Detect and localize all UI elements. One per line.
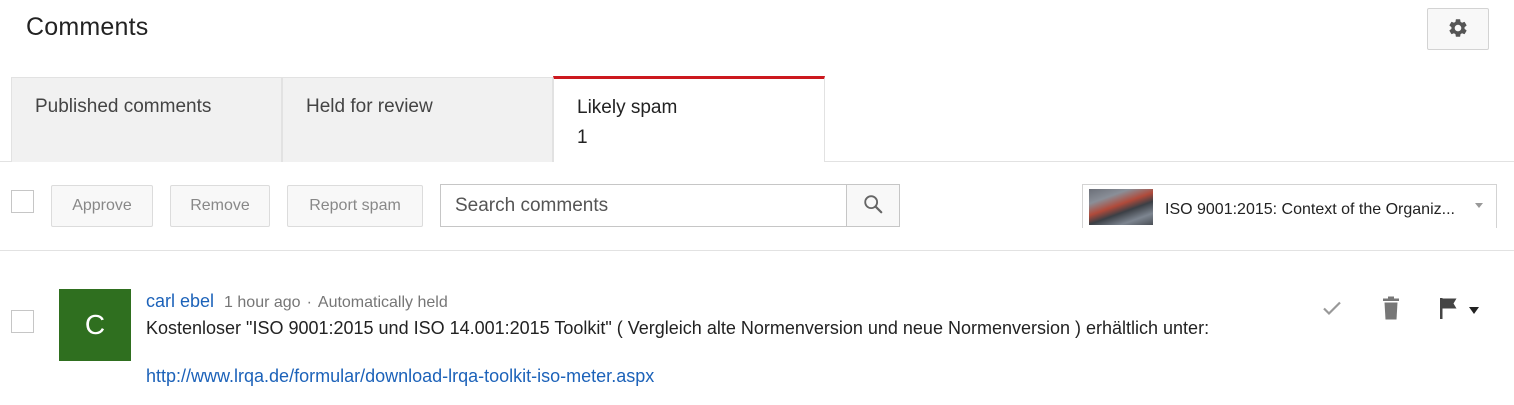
remove-comment-button[interactable] [1378, 296, 1404, 324]
tab-published-comments[interactable]: Published comments [11, 77, 282, 162]
section-divider [0, 250, 1514, 251]
report-comment-button[interactable] [1436, 296, 1462, 324]
tab-label: Held for review [306, 96, 433, 117]
comment-status: Automatically held [317, 294, 448, 311]
video-filter-title: ISO 9001:2015: Context of the Organiz... [1165, 201, 1455, 218]
meta-separator: · [306, 294, 312, 311]
tab-held-for-review[interactable]: Held for review [282, 77, 553, 162]
tab-label: Likely spam [577, 97, 678, 118]
settings-button[interactable] [1427, 8, 1489, 50]
approve-comment-button[interactable] [1318, 296, 1346, 324]
flag-icon [1438, 296, 1460, 325]
report-spam-button[interactable]: Report spam [287, 185, 423, 227]
comment-header: carl ebel 1 hour ago · Automatically held [146, 291, 448, 312]
tab-count: 1 [577, 127, 588, 148]
comment-author[interactable]: carl ebel [146, 291, 214, 311]
remove-button[interactable]: Remove [170, 185, 270, 227]
search-icon [862, 193, 884, 218]
comment-link[interactable]: http://www.lrqa.de/formular/download-lrq… [146, 366, 654, 387]
check-icon [1320, 296, 1344, 325]
search-input[interactable] [440, 184, 847, 227]
select-all-checkbox[interactable] [11, 190, 34, 213]
comment-time: 1 hour ago [224, 294, 301, 311]
gear-icon [1447, 17, 1469, 42]
caret-down-icon [1468, 302, 1480, 318]
video-thumbnail [1089, 189, 1153, 225]
approve-button[interactable]: Approve [51, 185, 153, 227]
page-title: Comments [26, 13, 149, 41]
search-button[interactable] [846, 184, 900, 227]
more-actions-button[interactable] [1466, 296, 1482, 324]
dropdown-caret-icon [1475, 203, 1483, 208]
tab-label: Published comments [35, 96, 212, 117]
comment-checkbox[interactable] [11, 310, 34, 333]
comment-text: Kostenloser "ISO 9001:2015 und ISO 14.00… [146, 318, 1210, 338]
trash-icon [1381, 296, 1401, 325]
tab-likely-spam[interactable]: Likely spam 1 [553, 76, 825, 162]
video-filter-dropdown[interactable]: ISO 9001:2015: Context of the Organiz... [1082, 184, 1497, 228]
avatar[interactable]: C [59, 289, 131, 361]
